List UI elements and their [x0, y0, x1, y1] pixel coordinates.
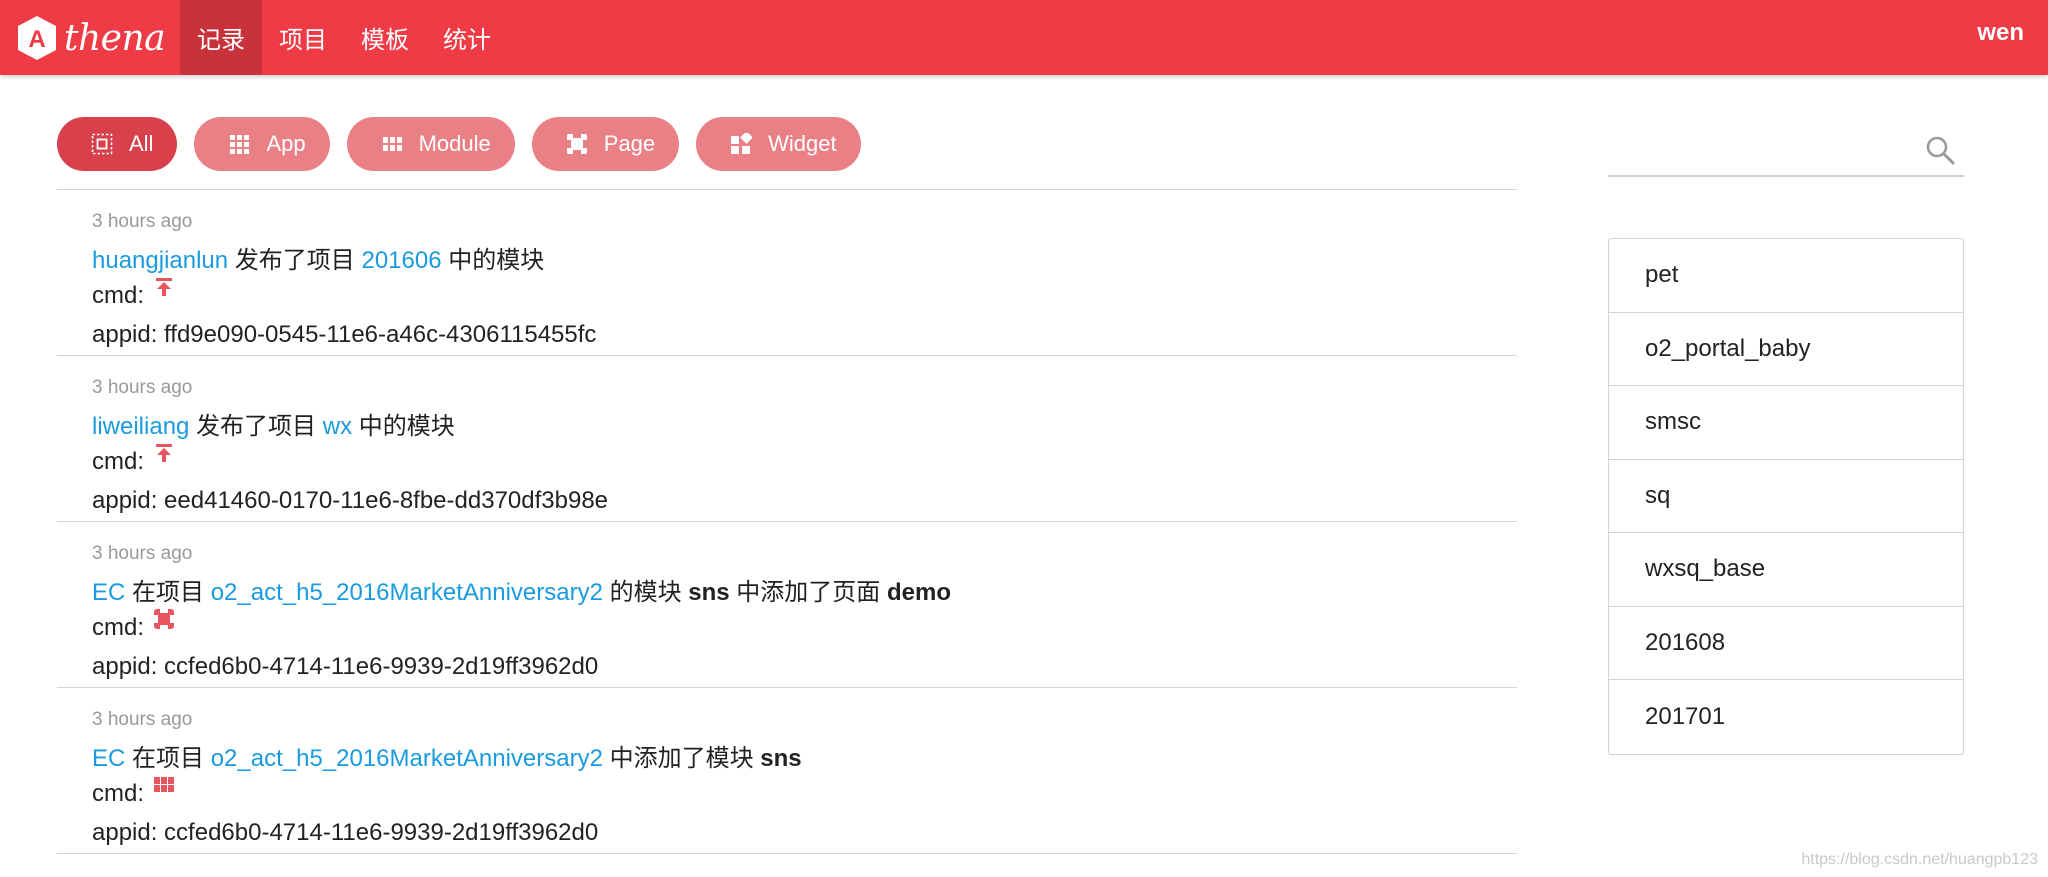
record-appid: appid: ffd9e090-0545-11e6-a46c-430611545…: [92, 321, 597, 348]
filter-label: App: [266, 131, 306, 156]
logo-letter: A: [28, 26, 45, 53]
record-cmd: cmd:: [92, 278, 174, 310]
athena-logo[interactable]: A thena: [14, 10, 166, 66]
project-item[interactable]: pet: [1609, 239, 1963, 313]
filter-label: Module: [418, 131, 491, 156]
record-link[interactable]: o2_act_h5_2016MarketAnniversary2: [211, 579, 603, 606]
logo-text: thena: [64, 17, 166, 59]
record-cmd: cmd:: [92, 444, 174, 476]
filter-all-button[interactable]: All: [57, 117, 178, 171]
record-text: 中的模块: [352, 413, 455, 440]
record-link[interactable]: wx: [323, 413, 352, 440]
filter-module-button[interactable]: Module: [346, 117, 515, 171]
watermark: https://blog.csdn.net/huangpb123: [1801, 851, 2038, 868]
record-text: 中添加了模块: [602, 745, 761, 772]
cmd-label: cmd:: [92, 448, 145, 475]
record-text: 在项目: [125, 745, 211, 772]
filter-label: Page: [603, 131, 656, 156]
record-link[interactable]: liweiliang: [92, 413, 189, 440]
user-name[interactable]: wen: [1977, 0, 2024, 65]
record-summary: EC 在项目 o2_act_h5_2016MarketAnniversary2 …: [92, 738, 802, 773]
page-add-icon: [154, 608, 175, 629]
publish-icon: [154, 442, 174, 462]
filter-app-button[interactable]: App: [194, 117, 330, 171]
record-type-filters: All App Module Page Widget: [57, 117, 878, 171]
record-link[interactable]: o2_act_h5_2016MarketAnniversary2: [211, 745, 603, 772]
search-input[interactable]: [1608, 120, 1908, 175]
all-icon: [91, 133, 113, 155]
record-text: 发布了项目: [228, 247, 362, 274]
cmd-label: cmd:: [92, 780, 145, 807]
record-summary: huangjianlun 发布了项目 201606 中的模块: [92, 240, 544, 275]
cmd-label: cmd:: [92, 614, 145, 641]
widget-icon: [730, 131, 754, 155]
cmd-label: cmd:: [92, 282, 145, 309]
project-item[interactable]: 201701: [1609, 680, 1963, 754]
record-link[interactable]: EC: [92, 745, 125, 772]
record-appid: appid: eed41460-0170-11e6-8fbe-dd370df3b…: [92, 487, 609, 514]
record-appid: appid: ccfed6b0-4714-11e6-9939-2d19ff396…: [92, 653, 599, 680]
record-text: 中的模块: [441, 247, 545, 274]
record-time: 3 hours ago: [92, 377, 193, 398]
record-time: 3 hours ago: [92, 543, 193, 564]
project-item[interactable]: smsc: [1609, 386, 1963, 460]
filter-page-button[interactable]: Page: [531, 117, 680, 171]
main-nav: 记录 项目 模板 统计: [180, 0, 508, 75]
record-text: 发布了项目: [189, 413, 323, 440]
project-item[interactable]: 201608: [1609, 607, 1963, 680]
search-icon[interactable]: [1924, 134, 1956, 166]
nav-item-3[interactable]: 统计: [426, 0, 508, 75]
record-text: 中添加了页面: [729, 579, 887, 606]
record-time: 3 hours ago: [92, 211, 193, 232]
record-appid: appid: ccfed6b0-4714-11e6-9939-2d19ff396…: [92, 819, 599, 846]
record-link[interactable]: EC: [92, 579, 125, 606]
filter-label: Widget: [768, 131, 837, 156]
record-text: 的模块: [602, 579, 689, 606]
record-link[interactable]: 201606: [361, 247, 441, 274]
record-list: 3 hours ago huangjianlun 发布了项目 201606 中的模…: [57, 190, 1517, 854]
module-icon: [381, 133, 403, 155]
module-add-icon: [154, 774, 175, 794]
publish-icon: [154, 276, 174, 296]
nav-item-2[interactable]: 模板: [344, 0, 426, 75]
project-item[interactable]: sq: [1609, 460, 1963, 533]
record-time: 3 hours ago: [92, 709, 193, 730]
nav-item-0[interactable]: 记录: [180, 0, 262, 75]
record-link[interactable]: huangjianlun: [92, 247, 228, 274]
page-icon: [566, 133, 588, 155]
project-list: pet o2_portal_baby smsc sq wxsq_base 201608 20…: [1608, 238, 1964, 755]
record-item: 3 hours ago liweiliang 发布了项目 wx 中的模块 cmd: a…: [57, 356, 1517, 522]
record-cmd: cmd:: [92, 609, 175, 642]
project-item[interactable]: wxsq_base: [1609, 533, 1963, 607]
app-grid-icon: [228, 133, 250, 155]
record-target-name: demo: [886, 579, 951, 606]
record-cmd: cmd:: [92, 777, 175, 808]
athena-logo-icon: A: [18, 16, 56, 60]
record-item: 3 hours ago huangjianlun 发布了项目 201606 中的模…: [57, 190, 1517, 356]
filter-label: All: [129, 131, 154, 156]
nav-item-1[interactable]: 项目: [262, 0, 344, 75]
project-item[interactable]: o2_portal_baby: [1609, 313, 1963, 386]
filter-widget-button[interactable]: Widget: [696, 117, 861, 171]
record-summary: liweiliang 发布了项目 wx 中的模块: [92, 406, 455, 441]
record-target-name: sns: [760, 745, 802, 772]
record-text: 在项目: [125, 579, 211, 606]
record-item: 3 hours ago EC 在项目 o2_act_h5_2016MarketAn…: [57, 522, 1517, 688]
search-box: [1608, 120, 1964, 177]
record-summary: EC 在项目 o2_act_h5_2016MarketAnniversary2 …: [92, 572, 951, 607]
record-target-name: sns: [688, 579, 730, 606]
top-navbar: A thena 记录 项目 模板 统计 wen: [0, 0, 2048, 75]
record-item: 3 hours ago EC 在项目 o2_act_h5_2016MarketAn…: [57, 688, 1517, 854]
